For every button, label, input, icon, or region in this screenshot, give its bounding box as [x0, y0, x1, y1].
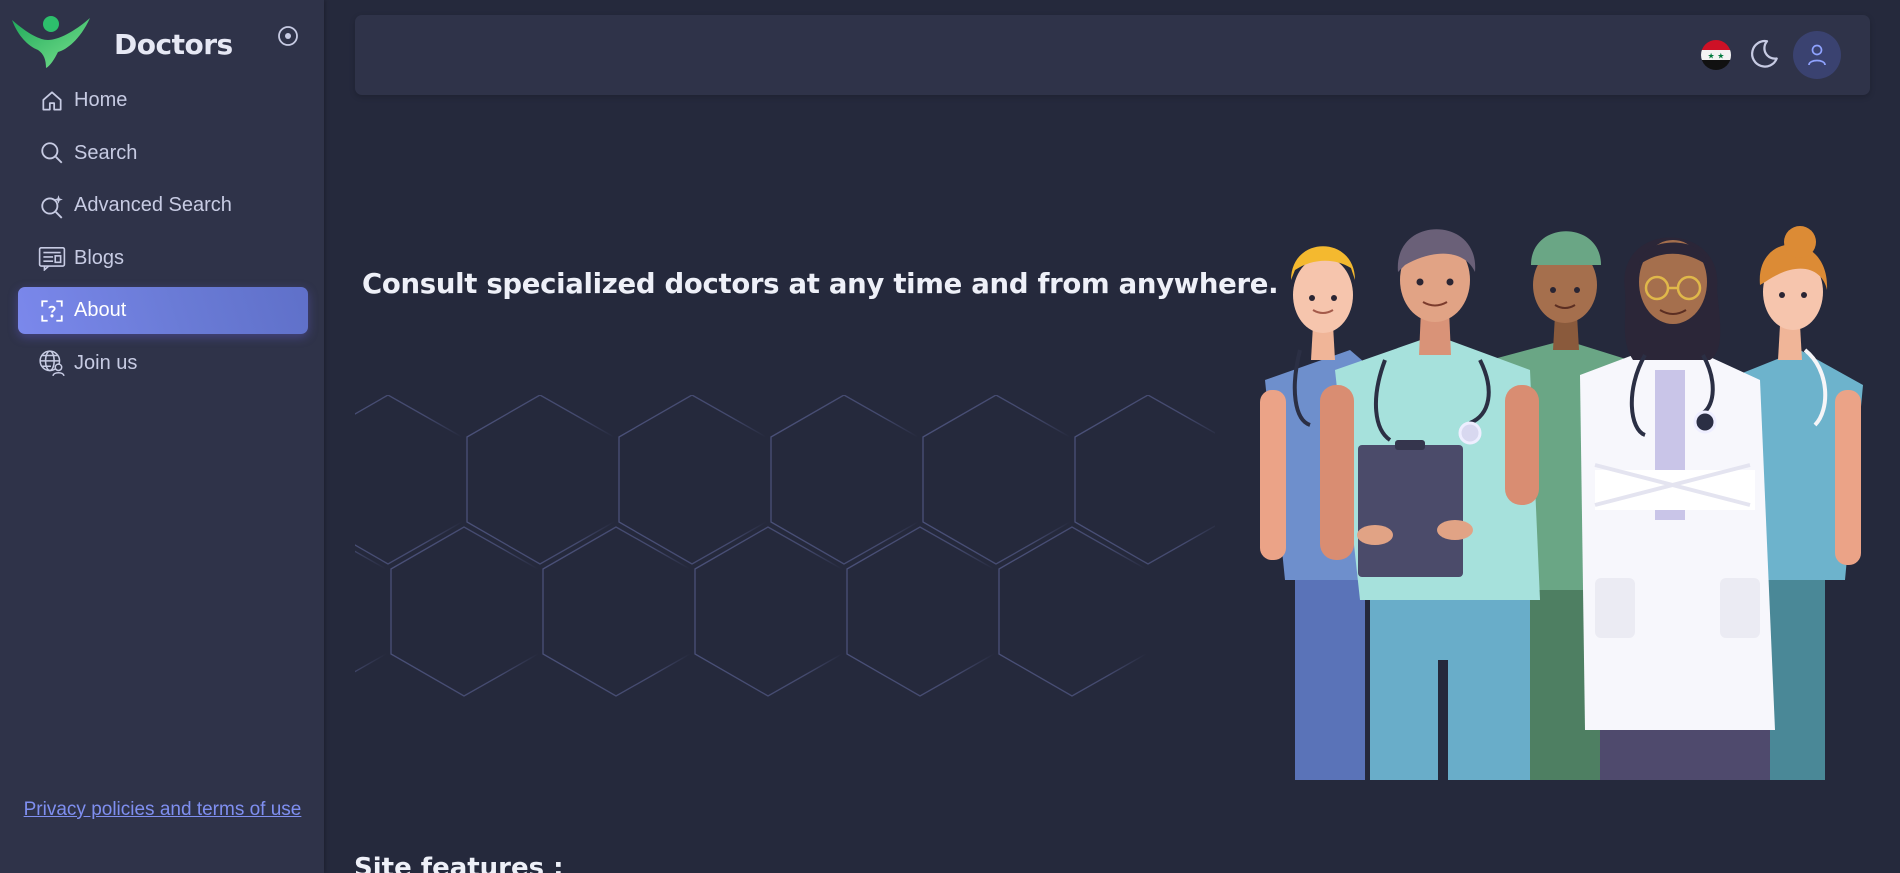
sidebar-item-label: Join us: [74, 351, 138, 374]
sidebar-item-advanced-search[interactable]: Advanced Search: [18, 182, 308, 229]
sidebar-item-label: About: [74, 299, 127, 322]
svg-text:★ ★: ★ ★: [1708, 52, 1725, 61]
hero-heading: Consult specialized doctors at any time …: [362, 268, 1279, 300]
about-icon: [38, 297, 66, 325]
hexagon-pattern: [355, 395, 1215, 697]
brand[interactable]: Doctors: [10, 8, 310, 68]
globe-user-icon: [38, 349, 66, 377]
logo-icon: [12, 16, 90, 68]
user-avatar-button[interactable]: [1793, 31, 1841, 79]
search-icon: [38, 139, 66, 167]
doctors-illustration: [1260, 226, 1863, 780]
sidebar: Doctors Home Search Advanced Search Blog…: [0, 0, 324, 873]
syria-flag-icon[interactable]: ★ ★: [1700, 39, 1732, 71]
sidebar-menu: Home Search Advanced Search Blogs About: [18, 77, 308, 393]
sidebar-item-label: Blogs: [74, 246, 125, 269]
sidebar-item-about[interactable]: About: [18, 287, 308, 335]
sidebar-item-label: Home: [74, 89, 128, 111]
collapse-toggle-icon[interactable]: [276, 24, 300, 48]
sidebar-item-blogs[interactable]: Blogs: [18, 235, 308, 282]
moon-icon[interactable]: [1746, 36, 1782, 72]
sidebar-item-join-us[interactable]: Join us: [18, 340, 308, 387]
brand-name: Doctors: [114, 28, 233, 61]
blog-icon: [38, 244, 66, 272]
top-navbar: ★ ★: [355, 15, 1870, 95]
advanced-search-icon: [38, 192, 66, 220]
home-icon: [38, 87, 66, 115]
sidebar-item-home[interactable]: Home: [18, 77, 308, 124]
sidebar-item-label: Search: [74, 141, 138, 164]
sidebar-item-search[interactable]: Search: [18, 130, 308, 177]
site-features-heading: Site features :: [354, 853, 564, 873]
user-icon: [1808, 44, 1826, 66]
doctor-4: [1580, 237, 1775, 780]
privacy-policy-link[interactable]: Privacy policies and terms of use: [20, 796, 305, 824]
sidebar-item-label: Advanced Search: [74, 194, 232, 217]
